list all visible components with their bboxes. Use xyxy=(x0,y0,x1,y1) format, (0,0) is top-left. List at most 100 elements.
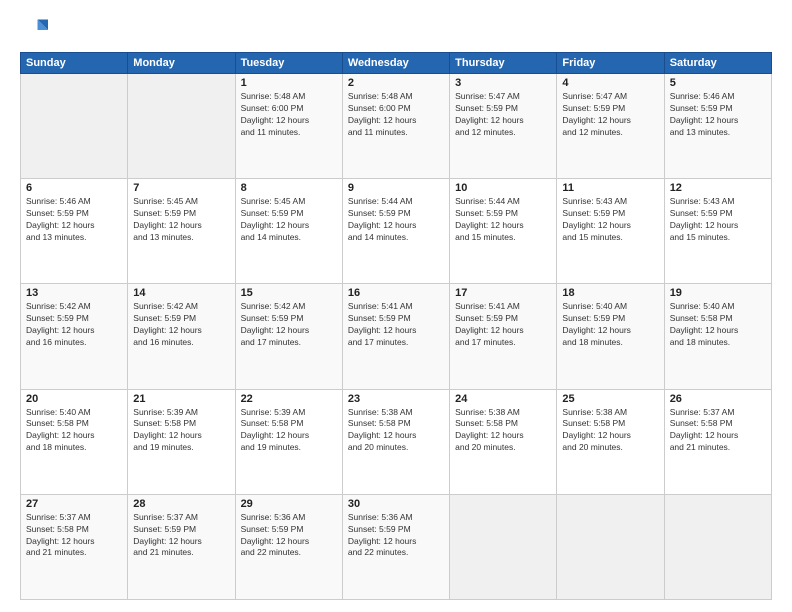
day-info: Sunrise: 5:44 AM Sunset: 5:59 PM Dayligh… xyxy=(348,196,444,244)
day-cell: 14 Sunrise: 5:42 AM Sunset: 5:59 PM Dayli… xyxy=(128,284,235,389)
day-number: 13 xyxy=(26,287,122,299)
week-row-1: 1 Sunrise: 5:48 AM Sunset: 6:00 PM Daylig… xyxy=(21,74,772,179)
day-cell: 9 Sunrise: 5:44 AM Sunset: 5:59 PM Daylig… xyxy=(342,179,449,284)
day-cell: 8 Sunrise: 5:45 AM Sunset: 5:59 PM Daylig… xyxy=(235,179,342,284)
weekday-monday: Monday xyxy=(128,53,235,74)
day-cell: 16 Sunrise: 5:41 AM Sunset: 5:59 PM Dayli… xyxy=(342,284,449,389)
weekday-wednesday: Wednesday xyxy=(342,53,449,74)
day-info: Sunrise: 5:36 AM Sunset: 5:59 PM Dayligh… xyxy=(241,512,337,560)
day-number: 21 xyxy=(133,393,229,405)
logo xyxy=(20,16,52,44)
day-info: Sunrise: 5:37 AM Sunset: 5:59 PM Dayligh… xyxy=(133,512,229,560)
day-cell: 6 Sunrise: 5:46 AM Sunset: 5:59 PM Daylig… xyxy=(21,179,128,284)
day-number: 17 xyxy=(455,287,551,299)
day-info: Sunrise: 5:37 AM Sunset: 5:58 PM Dayligh… xyxy=(670,407,766,455)
day-cell: 10 Sunrise: 5:44 AM Sunset: 5:59 PM Dayli… xyxy=(450,179,557,284)
day-info: Sunrise: 5:46 AM Sunset: 5:59 PM Dayligh… xyxy=(26,196,122,244)
day-cell: 15 Sunrise: 5:42 AM Sunset: 5:59 PM Dayli… xyxy=(235,284,342,389)
day-number: 14 xyxy=(133,287,229,299)
day-number: 8 xyxy=(241,182,337,194)
weekday-sunday: Sunday xyxy=(21,53,128,74)
day-cell: 11 Sunrise: 5:43 AM Sunset: 5:59 PM Dayli… xyxy=(557,179,664,284)
day-info: Sunrise: 5:44 AM Sunset: 5:59 PM Dayligh… xyxy=(455,196,551,244)
header xyxy=(20,16,772,44)
day-number: 2 xyxy=(348,77,444,89)
weekday-saturday: Saturday xyxy=(664,53,771,74)
day-number: 28 xyxy=(133,498,229,510)
week-row-3: 13 Sunrise: 5:42 AM Sunset: 5:59 PM Dayli… xyxy=(21,284,772,389)
day-cell: 30 Sunrise: 5:36 AM Sunset: 5:59 PM Dayli… xyxy=(342,494,449,599)
day-info: Sunrise: 5:41 AM Sunset: 5:59 PM Dayligh… xyxy=(348,301,444,349)
day-number: 22 xyxy=(241,393,337,405)
day-number: 18 xyxy=(562,287,658,299)
day-number: 10 xyxy=(455,182,551,194)
weekday-header-row: SundayMondayTuesdayWednesdayThursdayFrid… xyxy=(21,53,772,74)
day-cell: 1Sunrise: 5:48 AM Sunset: 6:00 PM Daylig… xyxy=(235,74,342,179)
day-info: Sunrise: 5:41 AM Sunset: 5:59 PM Dayligh… xyxy=(455,301,551,349)
day-cell: 4 Sunrise: 5:47 AM Sunset: 5:59 PM Daylig… xyxy=(557,74,664,179)
day-cell: 27Sunrise: 5:37 AM Sunset: 5:58 PM Dayli… xyxy=(21,494,128,599)
weekday-thursday: Thursday xyxy=(450,53,557,74)
day-info: Sunrise: 5:45 AM Sunset: 5:59 PM Dayligh… xyxy=(133,196,229,244)
day-info: Sunrise: 5:40 AM Sunset: 5:58 PM Dayligh… xyxy=(670,301,766,349)
day-number: 30 xyxy=(348,498,444,510)
day-info: Sunrise: 5:45 AM Sunset: 5:59 PM Dayligh… xyxy=(241,196,337,244)
day-info: Sunrise: 5:43 AM Sunset: 5:59 PM Dayligh… xyxy=(670,196,766,244)
calendar-table: SundayMondayTuesdayWednesdayThursdayFrid… xyxy=(20,52,772,600)
day-cell xyxy=(450,494,557,599)
day-number: 9 xyxy=(348,182,444,194)
day-number: 25 xyxy=(562,393,658,405)
day-cell: 20 Sunrise: 5:40 AM Sunset: 5:58 PM Dayli… xyxy=(21,389,128,494)
day-cell: 17 Sunrise: 5:41 AM Sunset: 5:59 PM Dayli… xyxy=(450,284,557,389)
weekday-tuesday: Tuesday xyxy=(235,53,342,74)
day-number: 26 xyxy=(670,393,766,405)
day-cell xyxy=(21,74,128,179)
day-number: 12 xyxy=(670,182,766,194)
day-cell: 2 Sunrise: 5:48 AM Sunset: 6:00 PM Daylig… xyxy=(342,74,449,179)
day-number: 19 xyxy=(670,287,766,299)
day-info: Sunrise: 5:47 AM Sunset: 5:59 PM Dayligh… xyxy=(455,91,551,139)
day-info: Sunrise: 5:38 AM Sunset: 5:58 PM Dayligh… xyxy=(455,407,551,455)
day-info: Sunrise: 5:43 AM Sunset: 5:59 PM Dayligh… xyxy=(562,196,658,244)
day-number: 23 xyxy=(348,393,444,405)
day-info: Sunrise: 5:42 AM Sunset: 5:59 PM Dayligh… xyxy=(133,301,229,349)
day-number: 1 xyxy=(241,77,337,89)
day-info: Sunrise: 5:39 AM Sunset: 5:58 PM Dayligh… xyxy=(133,407,229,455)
day-info: Sunrise: 5:48 AM Sunset: 6:00 PM Dayligh… xyxy=(348,91,444,139)
day-number: 7 xyxy=(133,182,229,194)
day-info: Sunrise: 5:42 AM Sunset: 5:59 PM Dayligh… xyxy=(241,301,337,349)
day-info: Sunrise: 5:36 AM Sunset: 5:59 PM Dayligh… xyxy=(348,512,444,560)
day-number: 15 xyxy=(241,287,337,299)
day-info: Sunrise: 5:38 AM Sunset: 5:58 PM Dayligh… xyxy=(348,407,444,455)
day-cell: 25 Sunrise: 5:38 AM Sunset: 5:58 PM Dayli… xyxy=(557,389,664,494)
day-number: 20 xyxy=(26,393,122,405)
day-number: 24 xyxy=(455,393,551,405)
day-number: 16 xyxy=(348,287,444,299)
day-info: Sunrise: 5:47 AM Sunset: 5:59 PM Dayligh… xyxy=(562,91,658,139)
day-cell: 26 Sunrise: 5:37 AM Sunset: 5:58 PM Dayli… xyxy=(664,389,771,494)
weekday-friday: Friday xyxy=(557,53,664,74)
day-cell xyxy=(128,74,235,179)
day-cell: 29 Sunrise: 5:36 AM Sunset: 5:59 PM Dayli… xyxy=(235,494,342,599)
day-cell xyxy=(557,494,664,599)
week-row-2: 6 Sunrise: 5:46 AM Sunset: 5:59 PM Daylig… xyxy=(21,179,772,284)
logo-icon xyxy=(20,16,48,44)
day-cell: 13 Sunrise: 5:42 AM Sunset: 5:59 PM Dayli… xyxy=(21,284,128,389)
day-number: 5 xyxy=(670,77,766,89)
day-info: Sunrise: 5:38 AM Sunset: 5:58 PM Dayligh… xyxy=(562,407,658,455)
day-info: Sunrise: 5:40 AM Sunset: 5:59 PM Dayligh… xyxy=(562,301,658,349)
day-number: 6 xyxy=(26,182,122,194)
day-cell xyxy=(664,494,771,599)
day-cell: 3Sunrise: 5:47 AM Sunset: 5:59 PM Daylig… xyxy=(450,74,557,179)
day-cell: 12 Sunrise: 5:43 AM Sunset: 5:59 PM Dayli… xyxy=(664,179,771,284)
day-number: 11 xyxy=(562,182,658,194)
day-info: Sunrise: 5:37 AM Sunset: 5:58 PM Dayligh… xyxy=(26,512,122,560)
day-cell: 22Sunrise: 5:39 AM Sunset: 5:58 PM Dayli… xyxy=(235,389,342,494)
day-cell: 18 Sunrise: 5:40 AM Sunset: 5:59 PM Dayli… xyxy=(557,284,664,389)
day-cell: 19 Sunrise: 5:40 AM Sunset: 5:58 PM Dayli… xyxy=(664,284,771,389)
day-cell: 24 Sunrise: 5:38 AM Sunset: 5:58 PM Dayli… xyxy=(450,389,557,494)
day-info: Sunrise: 5:42 AM Sunset: 5:59 PM Dayligh… xyxy=(26,301,122,349)
day-number: 4 xyxy=(562,77,658,89)
day-info: Sunrise: 5:40 AM Sunset: 5:58 PM Dayligh… xyxy=(26,407,122,455)
day-number: 29 xyxy=(241,498,337,510)
